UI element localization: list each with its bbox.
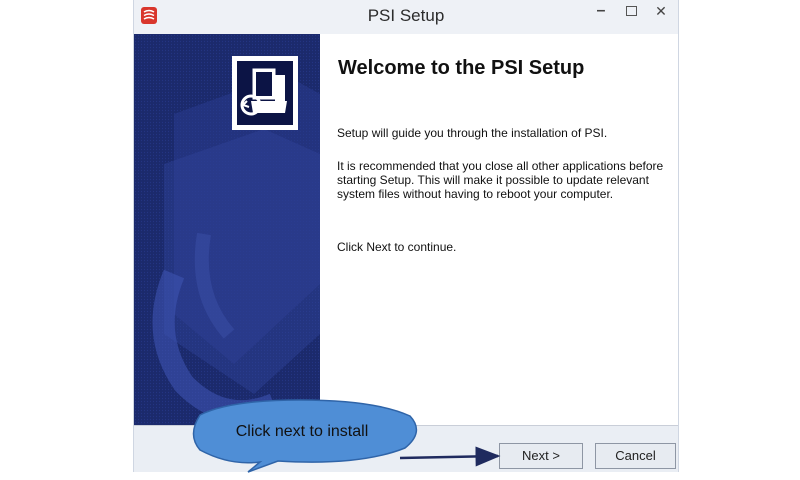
- continue-instruction-text: Click Next to continue.: [337, 240, 457, 254]
- next-button[interactable]: Next >: [499, 443, 583, 469]
- maximize-icon: [625, 6, 637, 16]
- callout-text: Click next to install: [235, 423, 369, 440]
- maximize-button[interactable]: [616, 0, 646, 24]
- installer-logo-icon: [232, 56, 298, 130]
- minimize-button[interactable]: –: [586, 0, 616, 24]
- close-button[interactable]: ✕: [646, 0, 676, 24]
- title-bar[interactable]: PSI Setup – ✕: [134, 0, 678, 34]
- intro-text: Setup will guide you through the install…: [337, 126, 608, 140]
- setup-window: PSI Setup – ✕ Welcome to the PSI Setup S…: [133, 0, 679, 472]
- welcome-heading: Welcome to the PSI Setup: [338, 57, 585, 79]
- cancel-button[interactable]: Cancel: [595, 443, 676, 469]
- recommendation-text: It is recommended that you close all oth…: [337, 159, 664, 201]
